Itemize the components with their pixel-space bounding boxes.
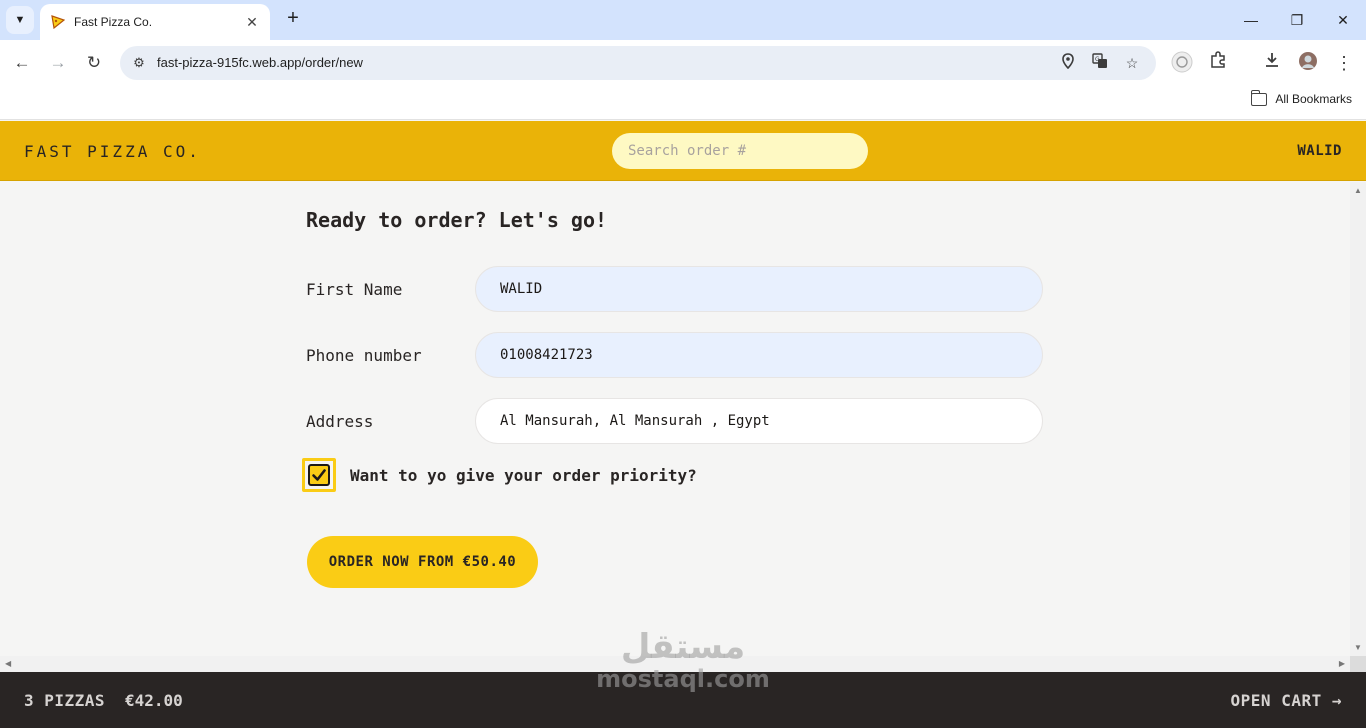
- phone-input[interactable]: [475, 332, 1043, 378]
- priority-checkbox[interactable]: [302, 458, 336, 492]
- tab-search-chevron-icon[interactable]: ▼: [6, 6, 34, 34]
- scroll-up-arrow-icon[interactable]: ▲: [1354, 186, 1362, 195]
- cart-overview-bar: 3 PIZZAS €42.00 OPEN CART →: [0, 672, 1366, 728]
- download-icon[interactable]: [1260, 51, 1284, 75]
- checkbox-checked-icon: [308, 464, 330, 486]
- browser-tab[interactable]: Fast Pizza Co. ✕: [40, 4, 270, 40]
- order-form-page: Ready to order? Let's go! First Name Pho…: [0, 182, 1350, 656]
- app-header: FAST PIZZA CO. WALID: [0, 121, 1366, 181]
- scrollbar-corner: [1350, 656, 1366, 672]
- forward-arrow-icon[interactable]: →: [46, 51, 70, 75]
- translate-icon[interactable]: G: [1090, 53, 1110, 73]
- order-now-button[interactable]: ORDER NOW FROM €50.40: [307, 536, 538, 588]
- phone-label: Phone number: [306, 346, 422, 365]
- pizza-favicon-icon: [50, 14, 66, 30]
- search-order-input[interactable]: [612, 133, 868, 169]
- back-arrow-icon[interactable]: ←: [10, 51, 34, 75]
- page-title: Ready to order? Let's go!: [306, 208, 608, 232]
- priority-label[interactable]: Want to yo give your order priority?: [350, 466, 697, 485]
- horizontal-scrollbar[interactable]: ◀ ▶: [0, 656, 1350, 672]
- scroll-left-arrow-icon[interactable]: ◀: [5, 659, 11, 668]
- open-cart-link[interactable]: OPEN CART →: [1231, 691, 1342, 710]
- address-bar[interactable]: ⚙ fast-pizza-915fc.web.app/order/new G ☆: [120, 46, 1156, 80]
- folder-icon: [1250, 89, 1268, 106]
- all-bookmarks-button[interactable]: All Bookmarks: [1250, 89, 1352, 106]
- extension-badge-icon[interactable]: [1170, 51, 1194, 75]
- profile-avatar-icon[interactable]: [1296, 51, 1320, 75]
- all-bookmarks-label: All Bookmarks: [1275, 92, 1352, 106]
- first-name-input[interactable]: [475, 266, 1043, 312]
- bookmark-star-icon[interactable]: ☆: [1122, 53, 1142, 73]
- bookmarks-bar: All Bookmarks: [0, 86, 1366, 120]
- svg-text:G: G: [1095, 56, 1100, 63]
- tab-close-icon[interactable]: ✕: [244, 14, 260, 31]
- location-pin-icon[interactable]: [1058, 53, 1078, 73]
- minimize-icon[interactable]: —: [1236, 8, 1266, 32]
- cart-total-price: €42.00: [125, 691, 183, 710]
- browser-tab-bar: ▼ Fast Pizza Co. ✕ + — ❐ ✕: [0, 0, 1366, 40]
- new-tab-plus-icon[interactable]: +: [282, 8, 304, 30]
- site-info-icon[interactable]: ⚙: [128, 52, 150, 74]
- scroll-right-arrow-icon[interactable]: ▶: [1339, 659, 1345, 668]
- tab-title: Fast Pizza Co.: [74, 15, 153, 29]
- scroll-down-arrow-icon[interactable]: ▼: [1354, 643, 1362, 652]
- url-text[interactable]: fast-pizza-915fc.web.app/order/new: [157, 55, 363, 70]
- extensions-puzzle-icon[interactable]: [1206, 51, 1230, 75]
- address-input[interactable]: [475, 398, 1043, 444]
- vertical-scrollbar[interactable]: ▲ ▼: [1350, 182, 1366, 656]
- browser-menu-kebab-icon[interactable]: ⋮: [1332, 51, 1356, 75]
- address-label: Address: [306, 412, 374, 431]
- first-name-label: First Name: [306, 280, 403, 299]
- window-close-icon[interactable]: ✕: [1328, 8, 1358, 32]
- browser-toolbar: ← → ↻ ⚙ fast-pizza-915fc.web.app/order/n…: [0, 40, 1366, 86]
- reload-icon[interactable]: ↻: [82, 51, 106, 75]
- restore-icon[interactable]: ❐: [1282, 8, 1312, 32]
- username: WALID: [1297, 143, 1342, 159]
- logo-link[interactable]: FAST PIZZA CO.: [24, 142, 201, 161]
- cart-pizza-count: 3 PIZZAS: [24, 691, 106, 710]
